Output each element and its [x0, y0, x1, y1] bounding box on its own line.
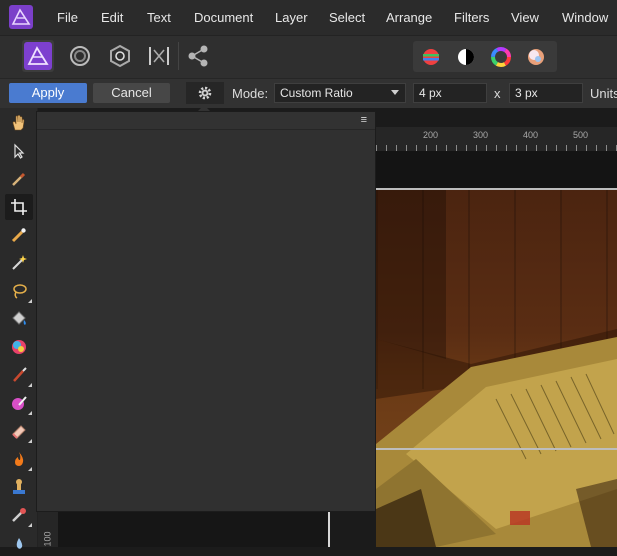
- panel-menu-icon[interactable]: ≡: [361, 114, 367, 126]
- photo-content: [376, 189, 617, 547]
- mode-select-value: Custom Ratio: [280, 86, 353, 100]
- menu-filters[interactable]: Filters: [454, 10, 489, 25]
- clone-brush-tool-icon[interactable]: [5, 474, 33, 500]
- context-toolbar: Apply Cancel Mode: Custom Ratio 4 px x 3…: [0, 78, 617, 108]
- crop-width-field[interactable]: 4 px: [413, 83, 487, 103]
- develop-persona-icon[interactable]: [104, 40, 136, 72]
- affinity-photo-logo-icon[interactable]: [9, 5, 33, 29]
- units-label[interactable]: Units: [590, 86, 617, 101]
- cancel-button[interactable]: Cancel: [93, 83, 170, 103]
- crop-settings-popover: ≡: [36, 111, 376, 512]
- color-picker-tool-icon[interactable]: [5, 166, 33, 192]
- menu-edit[interactable]: Edit: [101, 10, 123, 25]
- ruler-tick-label: 200: [423, 130, 439, 140]
- ruler-tick-label: 100: [42, 531, 53, 547]
- freehand-selection-tool-icon[interactable]: [5, 278, 33, 304]
- menu-text[interactable]: Text: [147, 10, 171, 25]
- erase-brush-tool-icon[interactable]: [5, 418, 33, 444]
- color-picker-icon[interactable]: [521, 44, 551, 69]
- menu-file[interactable]: File: [57, 10, 78, 25]
- menu-window[interactable]: Window: [562, 10, 608, 25]
- crop-settings-button[interactable]: [186, 82, 224, 104]
- healing-brush-tool-icon[interactable]: [5, 502, 33, 528]
- gear-icon: [198, 86, 212, 100]
- export-persona-icon[interactable]: [182, 40, 214, 72]
- magic-wand-tool-icon[interactable]: [5, 250, 33, 276]
- vertical-ruler[interactable]: 100: [38, 512, 58, 547]
- color-balance-icon[interactable]: [416, 44, 446, 69]
- crop-height-field[interactable]: 3 px: [509, 83, 583, 103]
- menu-arrange[interactable]: Arrange: [386, 10, 432, 25]
- chevron-down-icon: [391, 90, 399, 95]
- document-edge: [328, 512, 330, 547]
- ruler-tick-label: 500: [573, 130, 589, 140]
- dodge-burn-tool-icon[interactable]: [5, 446, 33, 472]
- move-tool-icon[interactable]: [5, 138, 33, 164]
- pasteboard[interactable]: [376, 151, 617, 189]
- toolbar: [0, 35, 617, 79]
- mode-label: Mode:: [232, 86, 269, 101]
- paint-brush-tool-icon[interactable]: [5, 362, 33, 388]
- ruler-tick-label: 300: [473, 130, 489, 140]
- gradient-tool-icon[interactable]: [5, 334, 33, 360]
- color-wheel-icon[interactable]: [486, 44, 516, 69]
- times-label: x: [494, 86, 501, 101]
- crop-guide-middle[interactable]: [376, 448, 617, 450]
- menu-document[interactable]: Document: [194, 10, 253, 25]
- liquify-persona-icon[interactable]: [64, 40, 96, 72]
- menu-view[interactable]: View: [511, 10, 539, 25]
- crop-width-value: 4 px: [419, 86, 442, 100]
- color-replacement-brush-tool-icon[interactable]: [5, 390, 33, 416]
- pasteboard-lower[interactable]: [58, 512, 328, 547]
- crop-guide-top[interactable]: [376, 188, 617, 190]
- ruler-tick-label: 400: [523, 130, 539, 140]
- menu-layer[interactable]: Layer: [275, 10, 308, 25]
- adjustment-quick-buttons: [413, 41, 557, 72]
- view-tool-hand-icon[interactable]: [5, 110, 33, 136]
- photo-persona-icon[interactable]: [22, 40, 54, 72]
- crop-height-value: 3 px: [515, 86, 538, 100]
- selection-brush-tool-icon[interactable]: [5, 222, 33, 248]
- crop-tool-icon[interactable]: [5, 194, 33, 220]
- horizontal-ruler[interactable]: 200 300 400 500: [376, 127, 617, 152]
- flood-fill-tool-icon[interactable]: [5, 306, 33, 332]
- blur-brush-tool-icon[interactable]: [5, 530, 33, 556]
- black-white-icon[interactable]: [451, 44, 481, 69]
- popover-header: ≡: [37, 112, 375, 130]
- menu-select[interactable]: Select: [329, 10, 365, 25]
- document-canvas-photo[interactable]: [376, 189, 617, 547]
- mode-select[interactable]: Custom Ratio: [274, 83, 406, 103]
- apply-button[interactable]: Apply: [9, 83, 87, 103]
- tools-panel: [0, 108, 38, 549]
- tone-mapping-persona-icon[interactable]: [143, 40, 175, 72]
- menu-bar: File Edit Text Document Layer Select Arr…: [0, 0, 617, 35]
